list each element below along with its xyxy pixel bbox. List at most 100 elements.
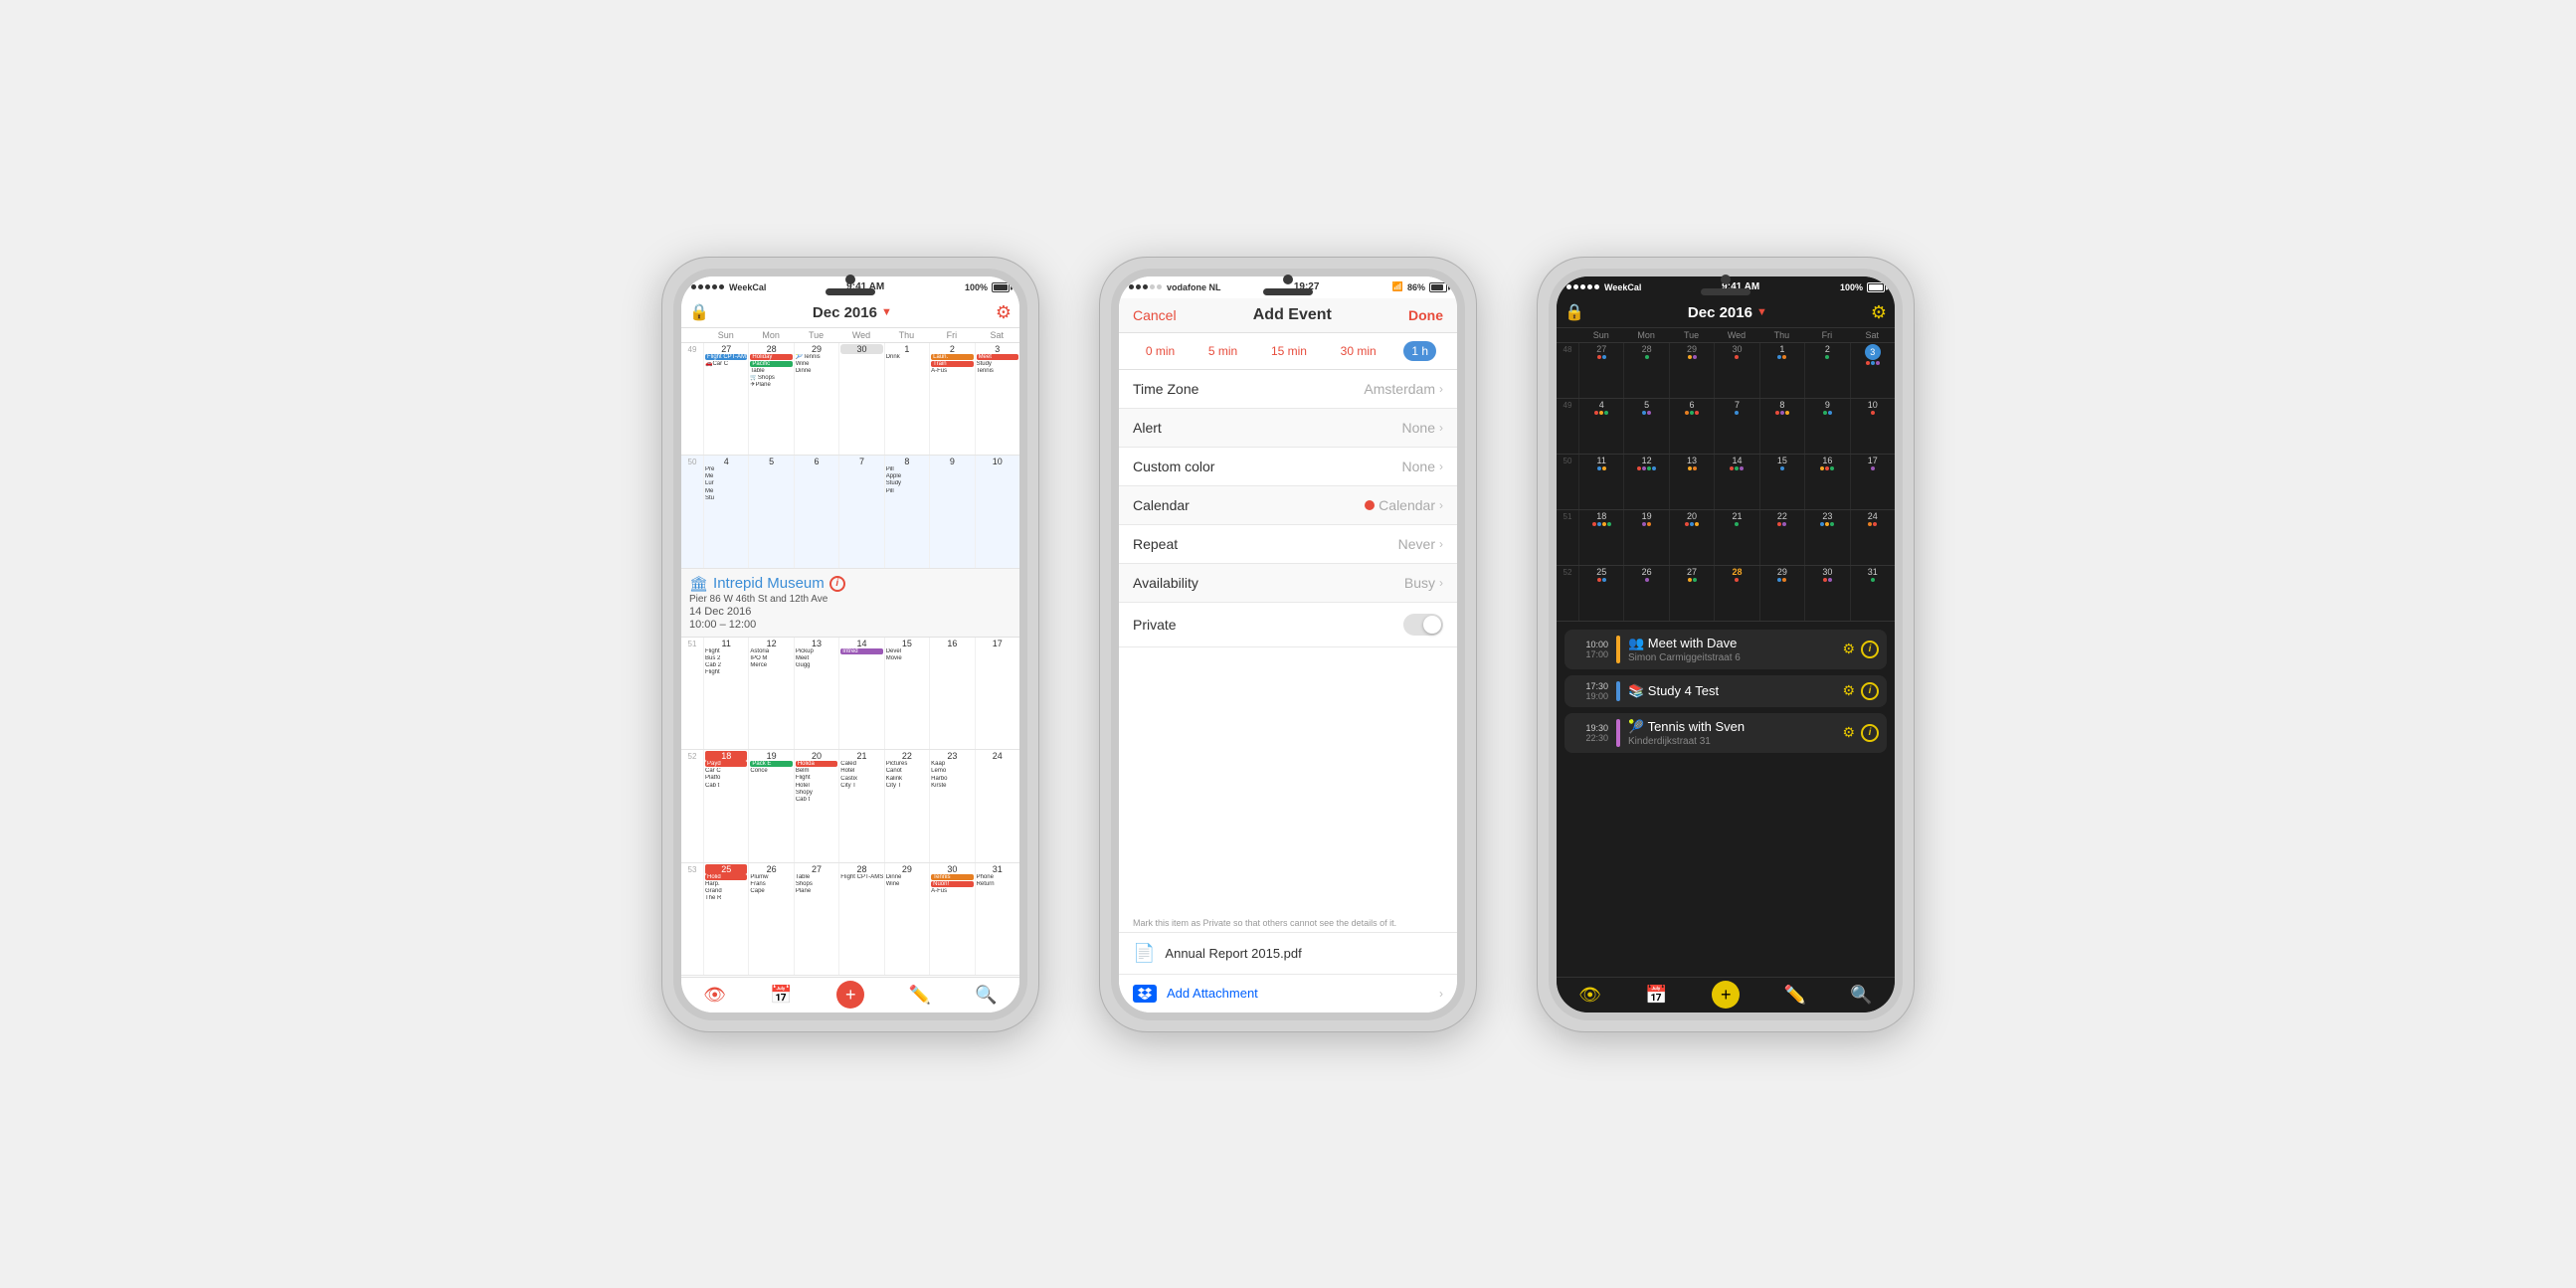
day-29-nov[interactable]: 29 🎾Tennis Wine Dinne xyxy=(794,343,838,456)
dark-week-num-52: 52 xyxy=(1557,566,1578,621)
event-card-2[interactable]: 17:30 19:00 📚 Study 4 Test ⚙ i xyxy=(1564,675,1887,707)
week-50: 50 4 Pre Me Lur Me Stu 5 6 xyxy=(681,456,1019,569)
week-num-49: 49 xyxy=(681,343,703,456)
event-info-icon-3[interactable]: i xyxy=(1861,724,1879,742)
calendar-icon-3[interactable]: 📅 xyxy=(1645,985,1667,1006)
repeat-row[interactable]: Repeat Never › xyxy=(1119,525,1457,564)
day-9-dec[interactable]: 9 xyxy=(929,456,974,568)
calendar-icon[interactable]: 📅 xyxy=(770,985,792,1006)
dark-week-num-51: 51 xyxy=(1557,510,1578,565)
phone2: vodafone NL 19:27 📶 86% Cancel Add Event… xyxy=(1099,257,1477,1032)
event-card-content-3: 🎾 Tennis with Sven Kinderdijkstraat 31 xyxy=(1628,719,1834,747)
event-gear-icon-1[interactable]: ⚙ xyxy=(1842,641,1855,657)
week-header-empty-3 xyxy=(1557,328,1578,342)
day-1-dec[interactable]: 1 Drink xyxy=(884,343,929,456)
event-color-bar-2 xyxy=(1616,681,1620,701)
dropbox-chevron-icon: › xyxy=(1439,987,1443,1001)
done-button[interactable]: Done xyxy=(1408,307,1443,323)
calendar-dot xyxy=(1365,500,1375,510)
eye-icon[interactable]: 👁 xyxy=(703,985,726,1006)
event-end-2: 19:00 xyxy=(1572,691,1608,701)
attachment-row[interactable]: 📄 Annual Report 2015.pdf xyxy=(1119,933,1457,975)
week-header-empty xyxy=(681,328,703,342)
day-2-dec[interactable]: 2 Laun. Train A-Fus xyxy=(929,343,974,456)
alert-15min[interactable]: 15 min xyxy=(1265,342,1313,360)
day-4-dec[interactable]: 4 Pre Me Lur Me Stu xyxy=(703,456,748,568)
status-left-3: WeekCal xyxy=(1566,282,1641,292)
event-icons-2: ⚙ i xyxy=(1842,682,1879,700)
camera-dot xyxy=(845,275,855,284)
day-28-nov[interactable]: 28 Holiday Pacific Table 🛒Shops ✈Plane xyxy=(748,343,793,456)
add-button-3[interactable]: + xyxy=(1712,981,1740,1009)
event-time-block-3: 19:30 22:30 xyxy=(1572,723,1608,743)
cancel-button[interactable]: Cancel xyxy=(1133,307,1177,323)
event-card-1[interactable]: 10:00 17:00 👥 Meet with Dave Simon Carmi… xyxy=(1564,630,1887,669)
gear-icon-3[interactable]: ⚙ xyxy=(1871,302,1887,323)
event-gear-icon-2[interactable]: ⚙ xyxy=(1842,682,1855,699)
day-30-nov[interactable]: 30 xyxy=(838,343,883,456)
alert-30min[interactable]: 30 min xyxy=(1335,342,1382,360)
week-num-52: 52 xyxy=(681,750,703,862)
availability-label: Availability xyxy=(1133,575,1198,591)
event-gear-icon-3[interactable]: ⚙ xyxy=(1842,724,1855,741)
day-sat: Sat xyxy=(975,328,1019,342)
month-arrow-3: ▼ xyxy=(1756,306,1767,318)
dot4 xyxy=(712,284,717,289)
alert-5min[interactable]: 5 min xyxy=(1202,342,1243,360)
day-mon: Mon xyxy=(748,328,793,342)
event-card-3[interactable]: 19:30 22:30 🎾 Tennis with Sven Kinderdij… xyxy=(1564,713,1887,753)
alert-0min[interactable]: 0 min xyxy=(1140,342,1181,360)
calendar-row[interactable]: Calendar Calendar › xyxy=(1119,486,1457,525)
day-wed-3: Wed xyxy=(1714,328,1758,342)
event-info-icon-1[interactable]: i xyxy=(1861,641,1879,658)
custom-color-row[interactable]: Custom color None › xyxy=(1119,448,1457,486)
week-53: 53 25HolidHarp.GrandThe R 26PlumwFransCa… xyxy=(681,863,1019,977)
private-toggle[interactable] xyxy=(1403,614,1443,636)
day-thu-3: Thu xyxy=(1759,328,1804,342)
event-title-3: 🎾 Tennis with Sven xyxy=(1628,719,1834,735)
selected-event-sub: Pier 86 W 46th St and 12th Ave xyxy=(689,594,1012,605)
timezone-row[interactable]: Time Zone Amsterdam › xyxy=(1119,370,1457,409)
day-6-dec[interactable]: 6 xyxy=(794,456,838,568)
event-info-icon-2[interactable]: i xyxy=(1861,682,1879,700)
add-attachment-row[interactable]: Add Attachment › xyxy=(1119,975,1457,1012)
edit-icon-3[interactable]: ✏️ xyxy=(1784,985,1806,1006)
signal-dots-2 xyxy=(1129,284,1162,289)
dark-events-list: 10:00 17:00 👥 Meet with Dave Simon Carmi… xyxy=(1557,622,1895,977)
settings-list: Time Zone Amsterdam › Alert None › xyxy=(1119,370,1457,914)
dot5 xyxy=(1157,284,1162,289)
alert-1h[interactable]: 1 h xyxy=(1403,341,1436,361)
availability-row[interactable]: Availability Busy › xyxy=(1119,564,1457,603)
search-icon[interactable]: 🔍 xyxy=(975,985,997,1006)
alert-row[interactable]: Alert None › xyxy=(1119,409,1457,448)
eye-icon-3[interactable]: 👁 xyxy=(1578,985,1601,1006)
week-49: 49 27 Flight CPT-AMS 🚗Car C 28 Holiday P… xyxy=(681,343,1019,457)
search-icon-3[interactable]: 🔍 xyxy=(1850,985,1872,1006)
day-tue: Tue xyxy=(794,328,838,342)
day-7-dec[interactable]: 7 xyxy=(838,456,883,568)
dot1 xyxy=(1129,284,1134,289)
dot1 xyxy=(1566,284,1571,289)
event-subtitle-3: Kinderdijkstraat 31 xyxy=(1628,736,1834,747)
phone1: WeekCal 9:41 AM 100% 🔒 Dec 2016 ▼ ⚙ xyxy=(661,257,1039,1032)
day-27-nov[interactable]: 27 Flight CPT-AMS 🚗Car C xyxy=(703,343,748,456)
add-attachment-label: Add Attachment xyxy=(1167,986,1258,1001)
phone3: WeekCal 9:41 AM 100% 🔒 Dec 2016 ▼ ⚙ xyxy=(1537,257,1915,1032)
alert-times-row: 0 min 5 min 15 min 30 min 1 h xyxy=(1119,333,1457,370)
document-icon: 📄 xyxy=(1133,943,1155,964)
day-fri-3: Fri xyxy=(1804,328,1849,342)
day-3-dec[interactable]: 3 Meet Study Tennis xyxy=(975,343,1019,456)
edit-icon[interactable]: ✏️ xyxy=(909,985,931,1006)
info-icon[interactable]: i xyxy=(829,576,845,592)
phone2-top xyxy=(1263,275,1313,295)
status-left-2: vodafone NL xyxy=(1129,282,1221,292)
gear-icon[interactable]: ⚙ xyxy=(996,302,1012,323)
add-icon[interactable]: + xyxy=(836,981,864,1009)
day-5-dec[interactable]: 5 xyxy=(748,456,793,568)
dot3 xyxy=(1580,284,1585,289)
dot1 xyxy=(691,284,696,289)
day-8-dec[interactable]: 8 Pill Apple Study Pill xyxy=(884,456,929,568)
phone3-inner: WeekCal 9:41 AM 100% 🔒 Dec 2016 ▼ ⚙ xyxy=(1549,269,1903,1020)
day-10-dec[interactable]: 10 xyxy=(975,456,1019,568)
phone1-inner: WeekCal 9:41 AM 100% 🔒 Dec 2016 ▼ ⚙ xyxy=(673,269,1027,1020)
